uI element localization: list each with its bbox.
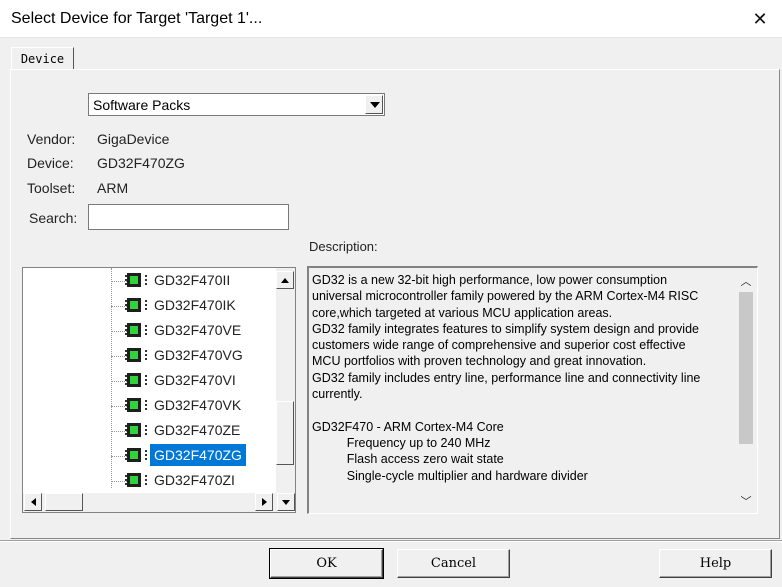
tree-item-label: GD32F470VK: [154, 397, 242, 413]
device-label: Device:: [27, 155, 74, 171]
tab-device[interactable]: Device: [11, 47, 74, 70]
chip-icon: [125, 398, 147, 412]
toolset-value: ARM: [97, 180, 129, 196]
device-tree[interactable]: GD32F470II GD32F470IK GD32F470VE GD32F470VG…: [22, 267, 296, 513]
dropdown-button[interactable]: [365, 95, 383, 114]
device-source-value: Software Packs: [93, 97, 191, 113]
chip-icon: [125, 298, 147, 312]
tree-item-label: GD32F470ZE: [154, 422, 241, 438]
tree-item-gd32f470vi[interactable]: GD32F470VI: [23, 369, 277, 394]
arrow-right-icon: [262, 498, 267, 506]
ok-button[interactable]: OK: [269, 548, 384, 579]
chip-icon: [125, 373, 147, 387]
tab-device-label: Device: [20, 52, 65, 66]
chip-icon: [125, 423, 147, 437]
description-scrollbar[interactable]: ︿ ﹀: [737, 270, 755, 510]
tree-item-gd32f470zi[interactable]: GD32F470ZI: [23, 469, 277, 494]
tree-item-gd32f470zg[interactable]: GD32F470ZG: [23, 444, 277, 469]
scroll-right-button[interactable]: [255, 493, 273, 511]
title-bar: Select Device for Target 'Target 1'... ✕: [0, 0, 782, 38]
chip-icon: [125, 273, 147, 287]
arrow-left-icon: [31, 498, 36, 506]
description-box: GD32 is a new 32-bit high performance, l…: [307, 266, 758, 514]
chip-icon: [125, 348, 147, 362]
description-label: Description:: [309, 239, 378, 254]
tree-item-gd32f470ik[interactable]: GD32F470IK: [23, 294, 277, 319]
scroll-down-button[interactable]: [277, 493, 295, 511]
close-button[interactable]: ✕: [738, 0, 782, 38]
scroll-up-button[interactable]: [276, 271, 294, 289]
tree-item-label: GD32F470VI: [154, 372, 236, 388]
scroll-thumb[interactable]: [276, 401, 294, 465]
scroll-left-button[interactable]: [24, 493, 42, 511]
tree-item-label: GD32F470II: [154, 272, 231, 288]
description-scroll-thumb[interactable]: [739, 292, 753, 444]
tree-vertical-scrollbar[interactable]: [276, 268, 295, 493]
device-source-select[interactable]: Software Packs: [88, 93, 385, 116]
vendor-label: Vendor:: [27, 131, 76, 147]
chevron-up-icon[interactable]: ︿: [740, 276, 752, 288]
tree-item-label: GD32F470ZI: [154, 472, 235, 488]
arrow-up-icon: [281, 278, 289, 283]
tree-item-gd32f470ze[interactable]: GD32F470ZE: [23, 419, 277, 444]
search-label: Search:: [29, 210, 78, 226]
search-input[interactable]: [88, 204, 289, 230]
toolset-label: Toolset:: [27, 180, 76, 196]
tree-item-gd32f470vk[interactable]: GD32F470VK: [23, 394, 277, 419]
window-title: Select Device for Target 'Target 1'...: [11, 10, 263, 27]
tree-item-gd32f470ve[interactable]: GD32F470VE: [23, 319, 277, 344]
cancel-button[interactable]: Cancel: [397, 549, 510, 578]
tree-item-gd32f470ii[interactable]: GD32F470II: [23, 269, 277, 294]
chip-icon: [125, 473, 147, 487]
tree-item-label: GD32F470ZG: [150, 444, 246, 466]
button-divider: [0, 540, 782, 542]
tree-item-gd32f470vg[interactable]: GD32F470VG: [23, 344, 277, 369]
close-icon: ✕: [752, 8, 768, 29]
chip-icon: [125, 323, 147, 337]
tree-item-label: GD32F470VG: [154, 347, 243, 363]
description-text: GD32 is a new 32-bit high performance, l…: [312, 273, 701, 483]
chip-icon: [125, 448, 147, 462]
help-button[interactable]: Help: [659, 549, 772, 578]
chevron-down-icon[interactable]: ﹀: [740, 496, 752, 508]
vendor-value: GigaDevice: [97, 131, 170, 147]
arrow-down-icon: [282, 500, 290, 505]
tree-horizontal-scrollbar[interactable]: [23, 493, 277, 512]
tree-item-label: GD32F470IK: [154, 297, 236, 313]
device-value: GD32F470ZG: [97, 155, 185, 171]
scroll-thumb-horizontal[interactable]: [45, 493, 83, 511]
tree-item-label: GD32F470VE: [154, 322, 242, 338]
chevron-down-icon: [370, 102, 380, 108]
